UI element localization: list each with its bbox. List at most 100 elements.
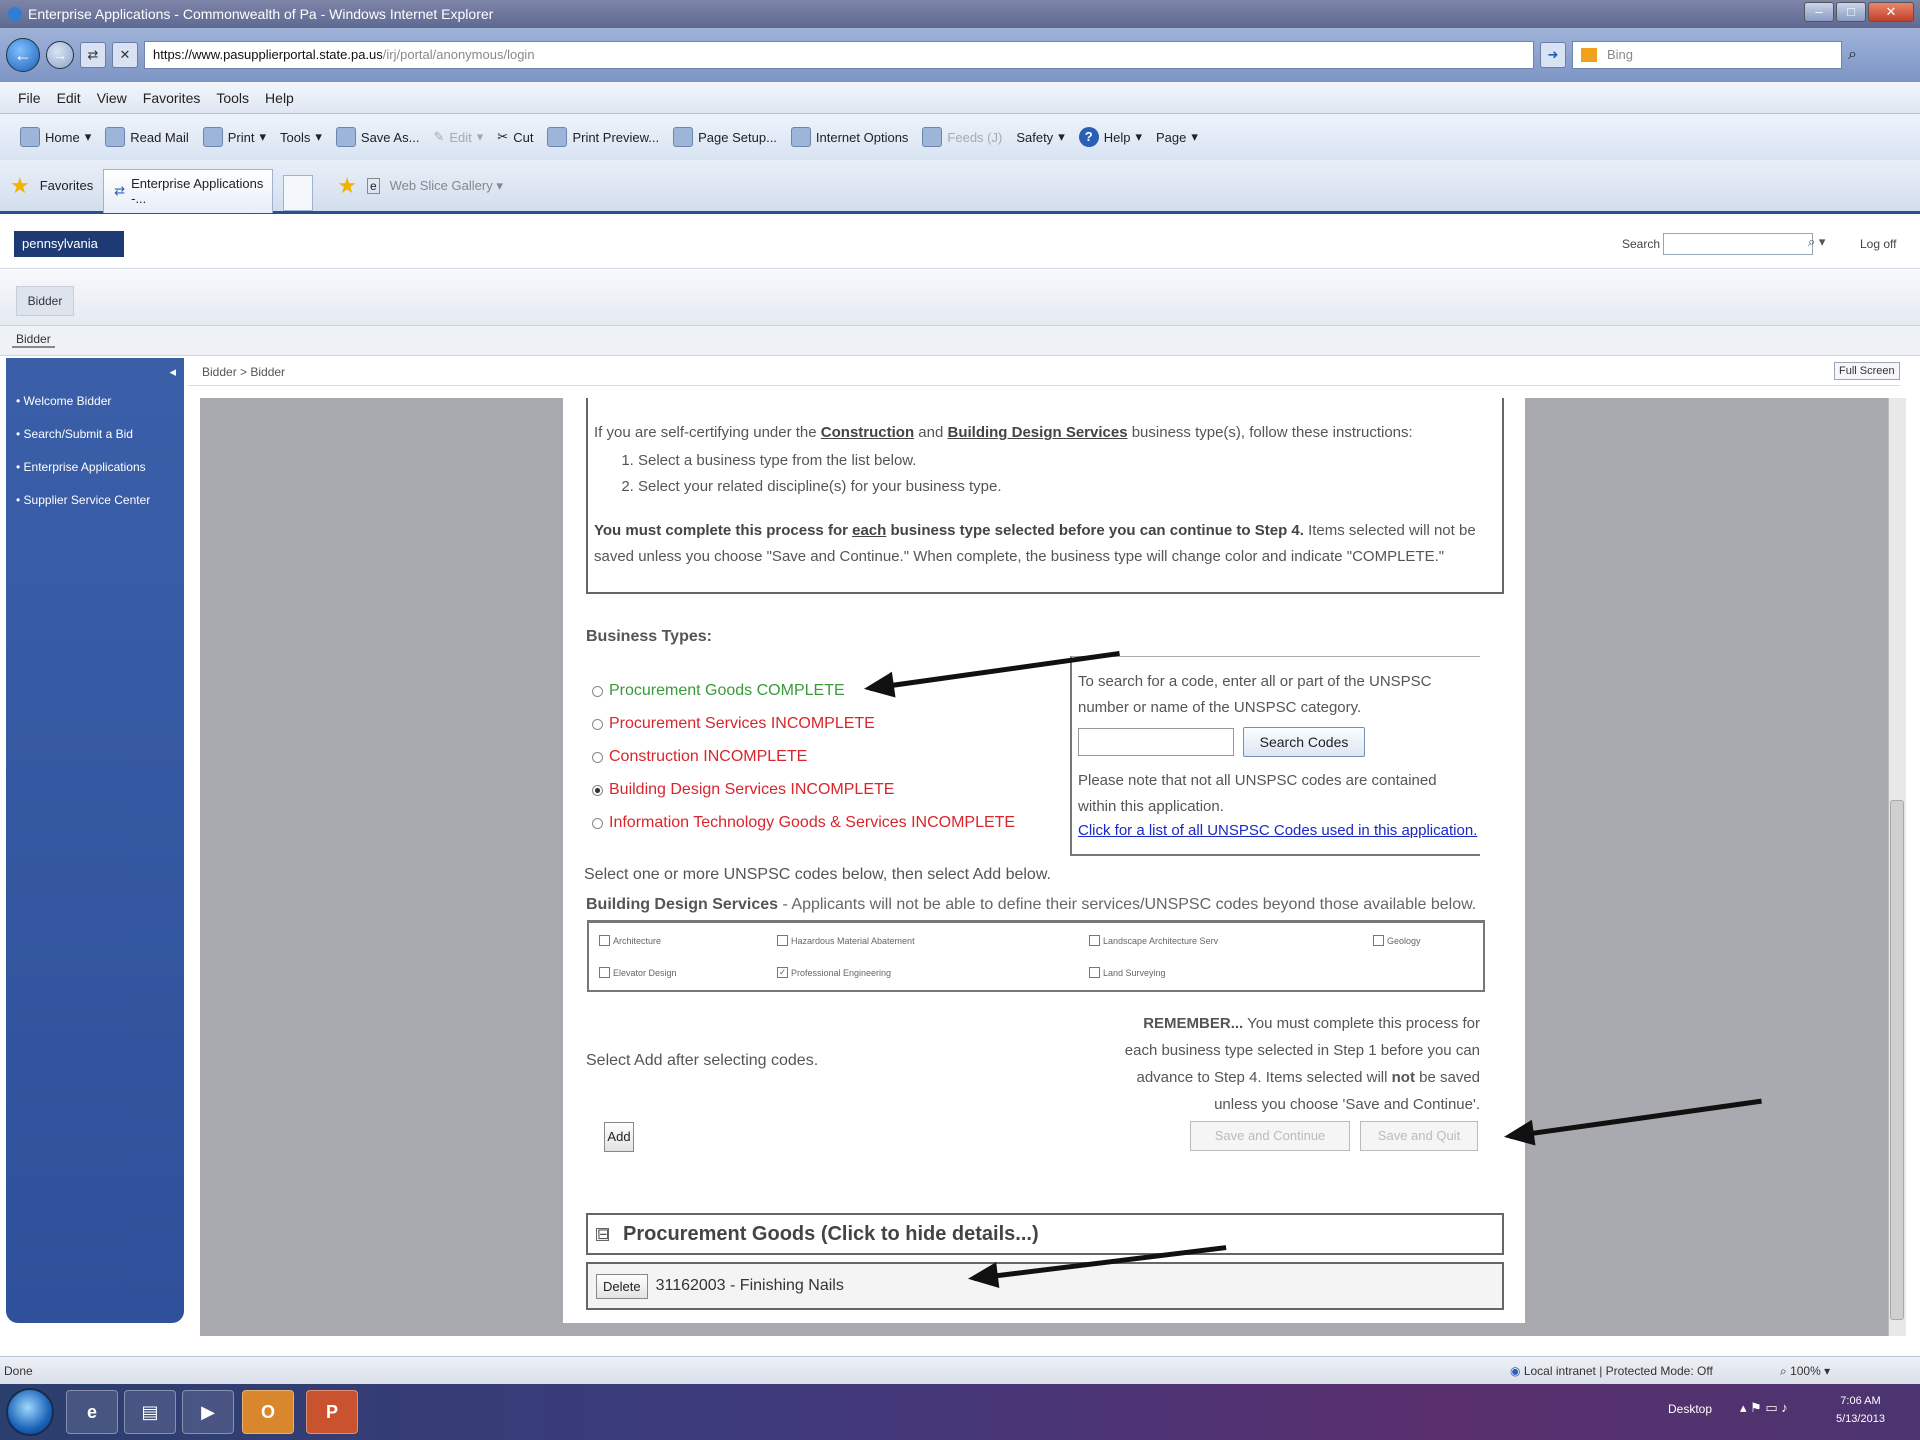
business-types-heading: Business Types: <box>586 628 712 645</box>
collapse-nav-icon[interactable]: ◂ <box>169 364 176 380</box>
close-button[interactable]: ✕ <box>1868 2 1914 22</box>
details-title[interactable]: Procurement Goods (Click to hide details… <box>623 1223 1039 1246</box>
checkbox[interactable] <box>599 935 610 946</box>
home-command[interactable]: Home ▾ <box>20 127 91 147</box>
checkbox-checked[interactable]: ✓ <box>777 967 788 978</box>
minimize-button[interactable]: – <box>1804 2 1834 22</box>
checkbox-architecture[interactable]: Architecture <box>599 935 661 946</box>
zone-label: Local intranet | Protected Mode: Off <box>1523 1364 1713 1378</box>
print-command[interactable]: Print ▾ <box>202 127 266 147</box>
portal-search-input[interactable] <box>1663 233 1813 255</box>
checkbox-professional-engineering[interactable]: ✓ Professional Engineering <box>777 967 891 978</box>
url-field[interactable]: https://www.pasupplierportal.state.pa.us… <box>144 41 1534 69</box>
business-type-information-technology[interactable]: Information Technology Goods & Services … <box>592 814 1015 832</box>
business-type-procurement-goods[interactable]: Procurement Goods COMPLETE <box>592 682 845 700</box>
tab-bidder[interactable]: Bidder <box>16 286 74 316</box>
favorites-button[interactable]: Favorites <box>40 178 93 193</box>
checkbox-geology[interactable]: Geology <box>1373 935 1421 946</box>
zoom-level[interactable]: ⌕ 100% ▾ <box>1780 1357 1830 1385</box>
forward-button[interactable]: → <box>46 41 74 69</box>
bing-search-field[interactable]: Bing <box>1572 41 1842 69</box>
search-icon[interactable]: ⌕ <box>1848 46 1857 64</box>
radio-button[interactable] <box>592 751 603 763</box>
page-setup-command[interactable]: Page Setup... <box>673 127 777 147</box>
menu-file[interactable]: File <box>18 90 41 106</box>
log-off-link[interactable]: Log off <box>1860 237 1896 251</box>
nav-enterprise-applications[interactable]: Enterprise Applications <box>16 460 150 493</box>
system-clock[interactable]: 7:06 AM 5/13/2013 <box>1836 1392 1885 1428</box>
must-pre: You must complete this process for <box>594 522 853 539</box>
menu-favorites[interactable]: Favorites <box>143 90 201 106</box>
radio-button[interactable] <box>592 685 603 697</box>
unspsc-code-input[interactable] <box>1078 728 1234 756</box>
save-and-quit-button[interactable]: Save and Quit <box>1360 1121 1478 1151</box>
maximize-button[interactable]: □ <box>1836 2 1866 22</box>
menu-view[interactable]: View <box>97 90 127 106</box>
media-player-taskbar-icon[interactable]: ▶ <box>182 1390 234 1434</box>
checkbox-land-surveying[interactable]: Land Surveying <box>1089 967 1166 978</box>
powerpoint-taskbar-icon[interactable]: P <box>306 1390 358 1434</box>
search-codes-button[interactable]: Search Codes <box>1243 727 1365 757</box>
desktop-toolbar[interactable]: Desktop <box>1668 1402 1712 1416</box>
help-command[interactable]: ? Help ▾ <box>1078 127 1142 147</box>
menu-edit[interactable]: Edit <box>57 90 81 106</box>
business-type-construction[interactable]: Construction INCOMPLETE <box>592 748 807 766</box>
web-slice-gallery-link[interactable]: Web Slice Gallery ▾ <box>390 178 503 194</box>
nav-welcome-bidder[interactable]: Welcome Bidder <box>16 394 150 427</box>
business-type-procurement-services[interactable]: Procurement Services INCOMPLETE <box>592 715 875 733</box>
checkbox[interactable] <box>777 935 788 946</box>
security-zone[interactable]: ◉ Local intranet | Protected Mode: Off <box>1510 1357 1713 1385</box>
feeds-command[interactable]: Feeds (J) <box>922 127 1002 147</box>
menu-help[interactable]: Help <box>265 90 294 106</box>
radio-button[interactable] <box>592 718 603 730</box>
internet-options-command[interactable]: Internet Options <box>790 127 908 147</box>
safety-command[interactable]: Safety ▾ <box>1016 129 1064 145</box>
delete-button[interactable]: Delete <box>596 1273 648 1299</box>
outlook-taskbar-icon[interactable]: O <box>242 1390 294 1434</box>
save-and-continue-button[interactable]: Save and Continue <box>1190 1121 1350 1151</box>
explorer-taskbar-icon[interactable]: ▤ <box>124 1390 176 1434</box>
collapse-toggle-icon[interactable]: ⊟ <box>596 1227 610 1242</box>
nav-supplier-service-center[interactable]: Supplier Service Center <box>16 493 151 526</box>
checkbox[interactable] <box>599 967 610 978</box>
radio-button-selected[interactable] <box>592 784 603 796</box>
compatibility-icon[interactable]: ⇄ <box>80 42 106 68</box>
checkbox[interactable] <box>1373 935 1384 946</box>
tools-command[interactable]: Tools ▾ <box>280 129 322 145</box>
radio-button[interactable] <box>592 817 603 829</box>
read-mail-command[interactable]: Read Mail <box>105 127 189 147</box>
ie-taskbar-icon[interactable]: e <box>66 1390 118 1434</box>
print-preview-command[interactable]: Print Preview... <box>547 127 659 147</box>
pennsylvania-logo[interactable]: pennsylvania <box>14 231 124 257</box>
edit-command[interactable]: ✎ Edit ▾ <box>433 129 483 145</box>
cut-command[interactable]: ✂ Cut <box>497 129 533 145</box>
start-button[interactable] <box>6 1388 54 1436</box>
scrollbar-thumb[interactable] <box>1890 800 1904 1320</box>
checkbox[interactable] <box>1089 935 1100 946</box>
save-as-command[interactable]: Save As... <box>335 127 419 147</box>
go-arrow-icon[interactable]: ➜ <box>1540 42 1566 68</box>
menu-tools[interactable]: Tools <box>216 90 249 106</box>
full-screen-button[interactable]: Full Screen <box>1834 362 1900 380</box>
browser-tab[interactable]: ⇄ Enterprise Applications -... <box>103 168 274 213</box>
business-type-building-design[interactable]: Building Design Services INCOMPLETE <box>592 781 894 799</box>
magnifier-icon[interactable]: ⌕ ▾ <box>1808 234 1825 250</box>
checkbox-label: Professional Engineering <box>791 967 892 978</box>
checkbox-landscape-architecture[interactable]: Landscape Architecture Serv <box>1089 935 1218 946</box>
unspsc-codes-list-link[interactable]: Click for a list of all UNSPSC Codes use… <box>1078 822 1477 839</box>
checkbox-elevator-design[interactable]: Elevator Design <box>599 967 677 978</box>
instructions-intro: If you are self-certifying under the Con… <box>594 420 1496 446</box>
subtab-bidder[interactable]: Bidder <box>12 332 55 348</box>
checkbox-hazardous-material[interactable]: Hazardous Material Abatement <box>777 935 915 946</box>
checkbox[interactable] <box>1089 967 1100 978</box>
building-design-term: Building Design Services <box>947 424 1128 441</box>
stop-icon[interactable]: ✕ <box>112 42 138 68</box>
add-button[interactable]: Add <box>604 1122 634 1152</box>
page-command[interactable]: Page ▾ <box>1156 129 1198 145</box>
tray-icons[interactable]: ▴ ⚑ ▭ ♪ <box>1740 1400 1788 1416</box>
back-button[interactable]: ← <box>6 38 40 72</box>
nav-search-submit-bid[interactable]: Search/Submit a Bid <box>16 427 150 460</box>
add-favorite-icon[interactable]: ★ <box>337 173 357 199</box>
new-tab-button[interactable] <box>283 174 314 211</box>
procurement-goods-details-header[interactable]: ⊟ Procurement Goods (Click to hide detail… <box>586 1213 1504 1255</box>
